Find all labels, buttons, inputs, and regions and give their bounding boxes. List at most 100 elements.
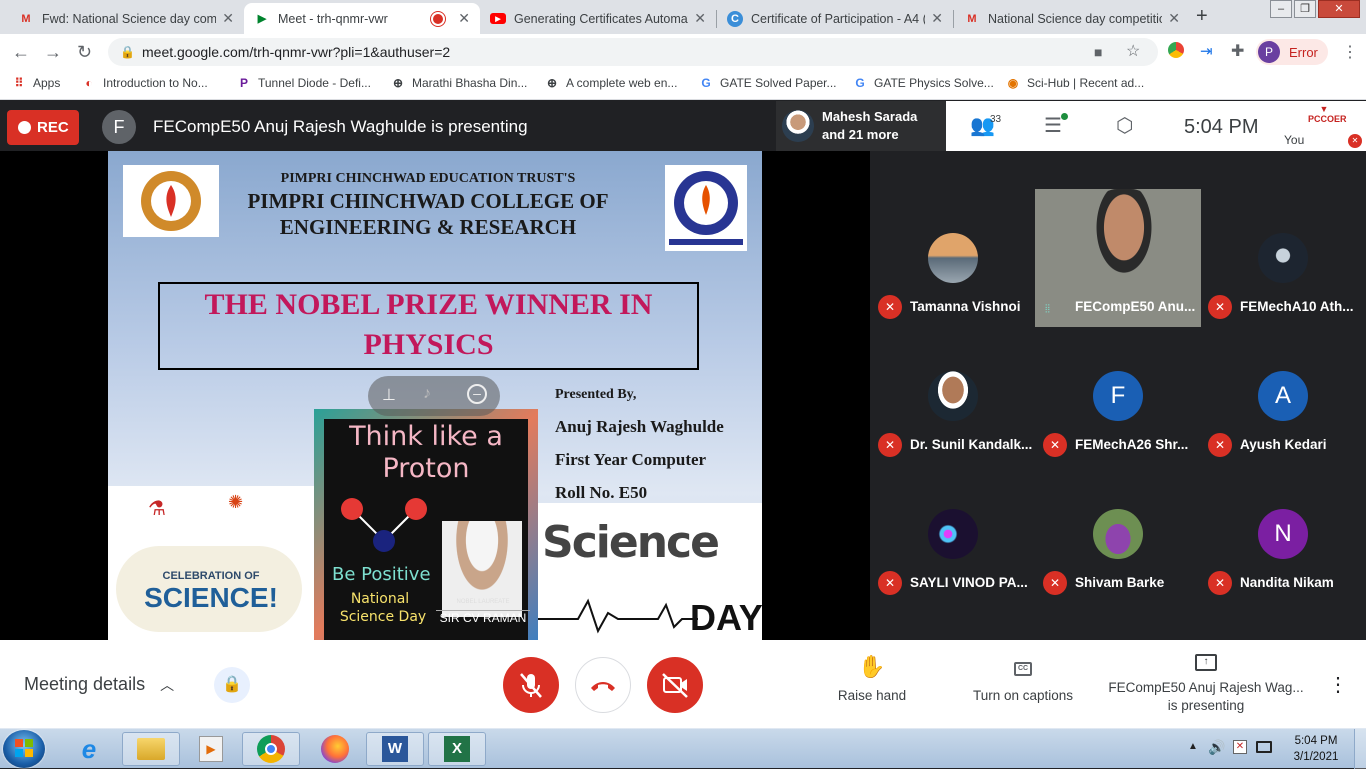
mic-off-icon: ✕	[1208, 295, 1232, 319]
raise-hand-button[interactable]: ✋ Raise hand	[830, 654, 914, 720]
restore-button[interactable]: ❐	[1294, 0, 1316, 18]
taskbar-explorer[interactable]	[122, 732, 180, 766]
tab-youtube[interactable]: ▶ Generating Certificates Automat ✕	[480, 3, 716, 34]
pin-icon[interactable]: ⊥	[382, 385, 396, 405]
extension-arrow-icon[interactable]: ⇥	[1200, 42, 1213, 60]
heartbeat-line-icon	[538, 598, 698, 634]
bookmark-apps[interactable]: ⠿ Apps	[12, 76, 61, 90]
media-player-icon: ▶	[199, 736, 223, 762]
raise-hand-label: Raise hand	[837, 688, 907, 703]
shield-lock-icon[interactable]: 🔒	[214, 667, 250, 703]
poster-caption: SIR CV RAMAN	[436, 610, 530, 625]
tab-canva[interactable]: C Certificate of Participation - A4 ( ✕	[717, 3, 953, 34]
meeting-details-button[interactable]: Meeting details ︿	[24, 674, 174, 695]
bookmark-item[interactable]: G GATE Physics Solve...	[853, 76, 993, 90]
taskbar-clock[interactable]: 5:04 PM 3/1/2021	[1284, 733, 1348, 765]
star-icon[interactable]: ☆	[1126, 38, 1140, 66]
bookmark-item[interactable]: ◐ Introduction to No...	[82, 76, 207, 90]
tab-gmail-national[interactable]: M National Science day competitio ✕	[954, 3, 1190, 34]
tab-gmail-fwd[interactable]: M Fwd: National Science day comp ✕	[8, 3, 244, 34]
gmail-icon: M	[967, 12, 977, 25]
participant-tile[interactable]: A ✕ Ayush Kedari	[1200, 327, 1366, 465]
profile-button[interactable]: P Error	[1256, 39, 1328, 65]
mute-icon[interactable]: ♪	[423, 385, 431, 403]
bookmarks-bar: ⠿ Apps ◐ Introduction to No... P Tunnel Dio…	[0, 70, 1366, 100]
participant-tile-video[interactable]: ⦙⦙ FECompE50 Anu...	[1035, 189, 1201, 327]
bookmark-item[interactable]: ⊕ A complete web en...	[545, 76, 677, 90]
taskbar-date: 3/1/2021	[1293, 751, 1339, 763]
tab-title: Fwd: National Science day comp	[42, 11, 217, 26]
poster-line2: Proton	[382, 453, 470, 484]
tab-title: Generating Certificates Automat	[514, 11, 689, 26]
science-day-poster: Think like a Proton Be Positive National…	[314, 409, 538, 640]
google-icon: G	[701, 76, 711, 90]
participant-name: Shivam Barke	[1075, 575, 1165, 590]
minimize-button[interactable]: –	[1270, 0, 1292, 18]
close-tab-icon[interactable]: ✕	[1168, 10, 1180, 27]
bookmark-item[interactable]: ◉ Sci-Hub | Recent ad...	[1006, 76, 1144, 90]
activities-icon[interactable]: ⬡	[1116, 113, 1133, 138]
volume-icon[interactable]: 🔊	[1208, 739, 1225, 756]
taskbar-chrome[interactable]	[242, 732, 300, 766]
bookmark-item[interactable]: P Tunnel Diode - Defi...	[237, 76, 371, 90]
close-tab-icon[interactable]: ✕	[931, 10, 943, 27]
participant-tile[interactable]: ✕ SAYLI VINOD PA...	[870, 465, 1036, 603]
globe-icon: ⊕	[392, 76, 404, 90]
show-desktop-button[interactable]	[1354, 729, 1366, 769]
slide-college-line2: ENGINEERING & RESEARCH	[279, 215, 577, 239]
leave-call-button[interactable]	[575, 657, 631, 713]
camera-toggle-button[interactable]	[647, 657, 703, 713]
present-line2: is presenting	[1167, 698, 1245, 713]
taskbar-excel[interactable]: X	[428, 732, 486, 766]
reload-icon[interactable]: ↻	[77, 42, 92, 63]
mic-toggle-button[interactable]	[503, 657, 559, 713]
bookmark-item[interactable]: G GATE Solved Paper...	[699, 76, 836, 90]
participant-tile[interactable]: ✕ Shivam Barke	[1035, 465, 1201, 603]
close-tab-icon[interactable]: ✕	[222, 10, 234, 27]
participant-tile[interactable]: ✕ Dr. Sunil Kandalk...	[870, 327, 1036, 465]
mic-off-icon: ✕	[1043, 433, 1067, 457]
extensions-puzzle-icon[interactable]: ✚	[1231, 41, 1244, 61]
chat-icon[interactable]: ☰	[1044, 113, 1062, 138]
participant-tile[interactable]: F ✕ FEMechA26 Shr...	[1035, 327, 1201, 465]
bookmark-item[interactable]: ⊕ Marathi Bhasha Din...	[391, 76, 527, 90]
windows-taskbar: e ▶ W X ▲ 🔊 ✕ 5:04 PM 3/1/2021	[0, 728, 1366, 769]
profile-status: Error	[1289, 44, 1318, 60]
new-tab-button[interactable]: +	[1196, 5, 1208, 28]
action-center-flag-icon[interactable]: ✕	[1233, 740, 1247, 754]
show-hidden-icons[interactable]: ▲	[1188, 741, 1198, 752]
back-icon[interactable]: ←	[12, 42, 30, 63]
network-icon[interactable]	[1256, 741, 1272, 753]
participant-name: FEMechA10 Ath...	[1240, 299, 1354, 314]
participant-tile[interactable]: ✕ FEMechA10 Ath...	[1200, 189, 1366, 327]
taskbar-word[interactable]: W	[366, 732, 424, 766]
participant-count: 33	[990, 114, 1002, 125]
taskbar-media[interactable]: ▶	[182, 732, 240, 766]
slide-presenter-name: Anuj Rajesh Waghulde	[555, 417, 724, 436]
slide-presenter-class: First Year Computer	[555, 450, 707, 469]
close-tab-icon[interactable]: ✕	[694, 10, 706, 27]
close-window-button[interactable]: ✕	[1318, 0, 1360, 18]
participant-tile[interactable]: N ✕ Nandita Nikam	[1200, 465, 1366, 603]
participant-name: Mahesh Sarada	[822, 109, 918, 124]
canva-icon: C	[727, 10, 743, 27]
close-tab-icon[interactable]: ✕	[458, 10, 470, 27]
participants-preview[interactable]: Mahesh Sarada and 21 more	[776, 101, 946, 151]
camera-icon[interactable]: ■	[1094, 38, 1102, 66]
url-field[interactable]: 🔒 meet.google.com/trh-qnmr-vwr?pli=1&aut…	[108, 38, 1158, 66]
science-day-image: Science DAY	[538, 503, 762, 640]
captions-button[interactable]: CC Turn on captions	[964, 654, 1082, 720]
taskbar-firefox[interactable]	[306, 732, 364, 766]
remove-icon[interactable]: –	[467, 384, 487, 404]
mic-off-icon: ✕	[1043, 571, 1067, 595]
more-options-icon[interactable]: ⋮	[1328, 672, 1348, 697]
globe-icon: ⊕	[546, 76, 558, 90]
extension-chrome-icon[interactable]	[1168, 42, 1184, 58]
participant-tile[interactable]: ✕ Tamanna Vishnoi	[870, 189, 1036, 327]
menu-kebab-icon[interactable]: ⋮	[1342, 42, 1358, 62]
taskbar-ie[interactable]: e	[60, 732, 118, 766]
tab-meet[interactable]: ▶ Meet - trh-qnmr-vwr ✕	[244, 3, 480, 34]
present-now-button[interactable]: ↑ FECompE50 Anuj Rajesh Wag... is presen…	[1106, 652, 1306, 722]
forward-icon[interactable]: →	[44, 42, 62, 63]
start-button[interactable]	[3, 730, 45, 768]
